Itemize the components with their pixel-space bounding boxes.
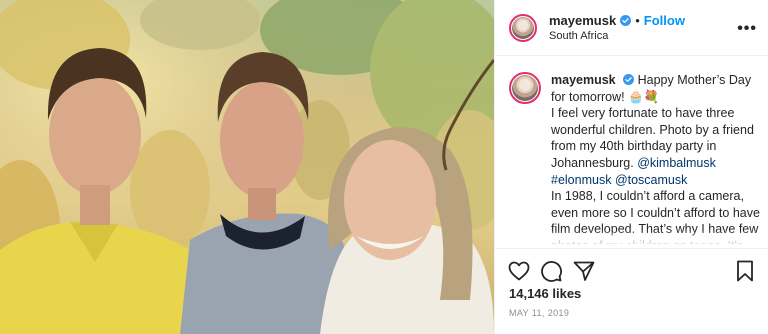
post-side-panel: mayemusk • Follow South Africa ••• mayem… (494, 0, 768, 334)
mention-kimbalmusk[interactable]: @kimbalmusk (637, 156, 716, 170)
caption-fade (495, 230, 768, 246)
action-bar (495, 248, 768, 288)
post-photo[interactable] (0, 0, 494, 334)
verified-badge-icon (623, 74, 635, 85)
photo-illustration (0, 0, 494, 334)
author-info: mayemusk • Follow South Africa (549, 13, 685, 42)
hashtag-elonmusk[interactable]: #elonmusk (551, 173, 611, 187)
likes-count[interactable]: 14,146 likes (509, 286, 581, 301)
post-location[interactable]: South Africa (549, 30, 685, 42)
verified-badge-icon (620, 15, 632, 26)
caption-username[interactable]: mayemusk (551, 73, 616, 87)
author-username[interactable]: mayemusk (549, 13, 616, 28)
post-header: mayemusk • Follow South Africa ••• (495, 0, 768, 56)
post-caption: mayemusk Happy Mother’s Day for tomorrow… (509, 72, 761, 244)
instagram-post: mayemusk • Follow South Africa ••• mayem… (0, 0, 768, 334)
follow-button[interactable]: Follow (644, 13, 685, 28)
share-icon[interactable] (572, 259, 596, 283)
author-avatar[interactable] (509, 13, 537, 42)
post-date[interactable]: MAY 11, 2019 (509, 308, 569, 318)
caption-avatar[interactable] (509, 72, 541, 104)
caption-text: mayemusk Happy Mother’s Day for tomorrow… (551, 72, 761, 244)
mention-toscamusk[interactable]: @toscamusk (615, 173, 687, 187)
more-options-icon[interactable]: ••• (737, 20, 757, 38)
header-separator: • (635, 13, 640, 28)
heart-icon[interactable] (507, 259, 531, 283)
comment-icon[interactable] (539, 259, 563, 283)
bookmark-icon[interactable] (733, 259, 757, 283)
